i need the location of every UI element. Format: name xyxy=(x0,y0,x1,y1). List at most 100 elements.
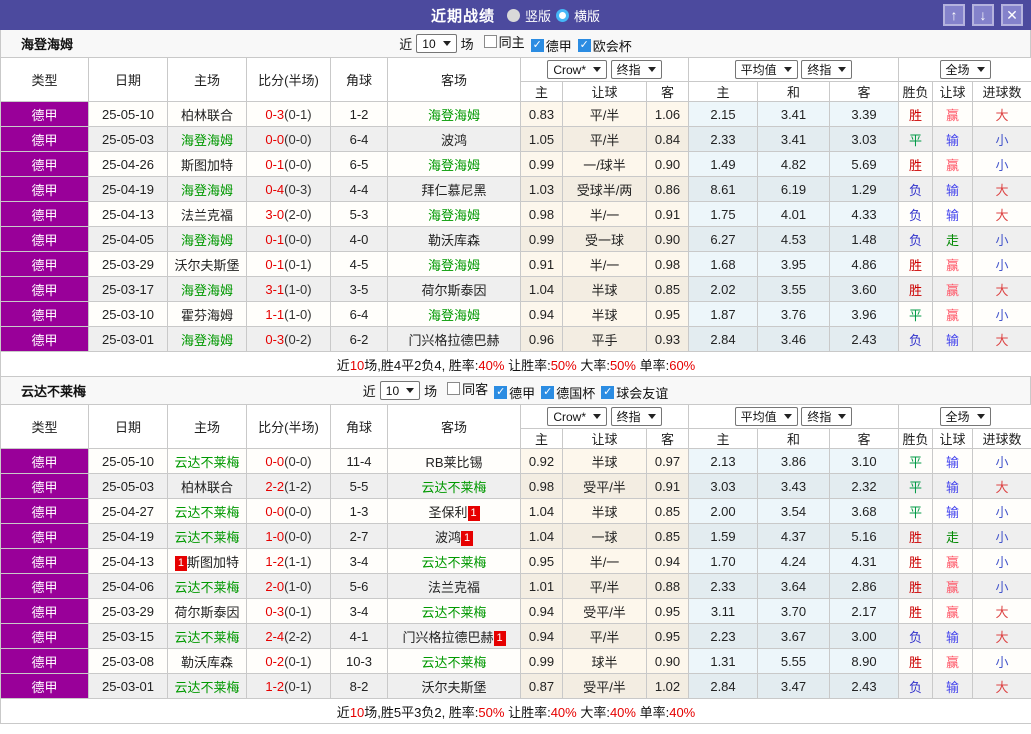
goals-result-cell: 小 xyxy=(972,301,1031,327)
away-team-cell: 门兴格拉德巴赫 1 xyxy=(387,623,521,649)
horizontal-layout-label[interactable]: 横版 xyxy=(574,6,600,25)
away-team-cell: 海登海姆 xyxy=(387,101,521,127)
filter-checkbox-德国杯[interactable]: ✓ 德国杯 xyxy=(535,383,595,402)
handicap-line-cell: 受平/半 xyxy=(562,598,647,624)
away-team-cell: 门兴格拉德巴赫 xyxy=(387,326,521,352)
scope-group-header: 全场 xyxy=(898,404,1031,429)
avg-draw-cell: 4.37 xyxy=(757,523,830,549)
move-down-button[interactable]: ↓ xyxy=(972,4,994,26)
away-team-cell: 海登海姆 xyxy=(387,201,521,227)
away-odds-cell: 0.95 xyxy=(646,301,689,327)
away-odds-cell: 0.85 xyxy=(646,523,689,549)
match-row: 德甲 25-03-01 海登海姆 0-3(0-2) 6-2 门兴格拉德巴赫 0.96 平手 0.… xyxy=(0,326,1031,352)
match-count-select[interactable]: 10 xyxy=(379,381,421,400)
average-select[interactable]: 平均值 xyxy=(734,407,798,426)
avg-time-select[interactable]: 终指 xyxy=(801,60,853,79)
chevron-down-icon xyxy=(406,388,415,397)
home-odds-cell: 0.95 xyxy=(520,548,563,574)
score-cell: 0-3(0-1) xyxy=(246,101,331,127)
checkbox-icon[interactable]: ✓ xyxy=(494,386,508,399)
filter-checkbox-同客[interactable]: 同客 xyxy=(441,379,488,398)
league-cell: 德甲 xyxy=(0,276,89,302)
fulltime-score: 0-0 xyxy=(265,453,285,469)
checkbox-icon[interactable]: ✓ xyxy=(577,39,591,52)
vertical-layout-radio[interactable] xyxy=(506,8,520,22)
score-cell: 0-4(0-3) xyxy=(246,176,331,202)
avg-time-select[interactable]: 终指 xyxy=(801,407,853,426)
score-cell: 0-1(0-0) xyxy=(246,151,331,177)
scope-select[interactable]: 全场 xyxy=(939,407,991,426)
summary-segment: 场,胜5平3负2, 胜率: xyxy=(364,704,479,720)
team-name: 海登海姆 xyxy=(427,307,480,323)
result-cell: 负 xyxy=(898,623,934,649)
scope-select[interactable]: 全场 xyxy=(939,60,991,79)
tbody-1: 德甲 25-05-10 云达不莱梅 0-0(0-0) 11-4 RB莱比锡 0.92 半球 0.… xyxy=(0,448,1031,699)
move-up-button[interactable]: ↑ xyxy=(943,4,965,26)
match-count-select[interactable]: 10 xyxy=(416,34,457,53)
checkbox-icon[interactable]: ✓ xyxy=(601,386,615,399)
filter-checkbox-球会友谊[interactable]: ✓ 球会友谊 xyxy=(595,383,668,402)
bookmaker-select[interactable]: Crow* xyxy=(547,60,608,80)
avg-draw-cell: 6.19 xyxy=(757,176,830,202)
team-name: 海登海姆 xyxy=(427,157,480,173)
handicap-line-cell: 半/一 xyxy=(562,201,647,227)
checkbox-icon[interactable]: ✓ xyxy=(541,386,555,399)
team-name: 门兴格拉德巴赫 xyxy=(408,332,500,348)
match-row: 德甲 25-03-10 霍芬海姆 1-1(1-0) 6-4 海登海姆 0.94 半球 0.95 1… xyxy=(0,301,1031,327)
halftime-score: (0-1) xyxy=(284,653,312,669)
chevron-down-icon xyxy=(593,67,602,76)
handicap-result-cell: 输 xyxy=(932,126,974,152)
col-header-corner: 角球 xyxy=(330,404,388,449)
avg-away-cell: 2.43 xyxy=(828,673,900,699)
home-odds-cell: 1.03 xyxy=(520,176,563,202)
away-odds-cell: 1.06 xyxy=(646,101,689,127)
fulltime-score: 2-0 xyxy=(265,578,285,594)
odds-time-select[interactable]: 终指 xyxy=(610,406,662,426)
team-name: 云达不莱梅 xyxy=(174,629,240,645)
away-team-cell: RB莱比锡 xyxy=(387,448,521,474)
team-name: 云达不莱梅 xyxy=(174,679,240,695)
corner-cell: 5-5 xyxy=(330,473,388,499)
bookmaker-select[interactable]: Crow* xyxy=(547,407,608,427)
corner-cell: 6-4 xyxy=(330,301,388,327)
filter-checkbox-德甲[interactable]: ✓ 德甲 xyxy=(525,36,572,55)
away-team-cell: 云达不莱梅 xyxy=(387,548,521,574)
checkbox-icon[interactable] xyxy=(483,35,497,48)
vertical-layout-label[interactable]: 竖版 xyxy=(525,6,551,25)
league-cell: 德甲 xyxy=(0,448,89,474)
games-label: 场 xyxy=(460,37,474,52)
fulltime-score: 1-2 xyxy=(265,678,285,694)
average-select[interactable]: 平均值 xyxy=(734,60,798,79)
filter-checkbox-欧会杯[interactable]: ✓ 欧会杯 xyxy=(572,36,632,55)
team-name: 海登海姆 xyxy=(180,332,233,348)
home-team-cell: 1 斯图加特 xyxy=(167,548,247,574)
sub-header-odds-away: 客 xyxy=(646,428,689,449)
result-cell: 胜 xyxy=(898,573,934,599)
handicap-result-cell: 赢 xyxy=(932,251,974,277)
horizontal-layout-radio[interactable] xyxy=(556,8,569,22)
home-team-cell: 云达不莱梅 xyxy=(167,673,247,699)
summary-segment: 近 xyxy=(336,357,350,373)
col-header-away: 客场 xyxy=(387,57,521,102)
odds-time-select[interactable]: 终指 xyxy=(610,59,662,79)
avg-group-header: 平均值 终指 xyxy=(687,404,900,429)
checkbox-icon[interactable] xyxy=(447,382,461,395)
filter-checkbox-同主[interactable]: 同主 xyxy=(478,32,525,51)
filter-checkbox-德甲[interactable]: ✓ 德甲 xyxy=(488,383,535,402)
sub-header-odds-away: 客 xyxy=(646,81,689,102)
summary-segment: 40% xyxy=(669,704,696,720)
checkbox-icon[interactable]: ✓ xyxy=(530,39,544,52)
league-cell: 德甲 xyxy=(0,548,89,574)
avg-home-cell: 2.13 xyxy=(688,448,758,474)
team-name-heading: 云达不莱梅 xyxy=(21,384,87,399)
halftime-score: (1-0) xyxy=(284,578,312,594)
away-team-cell: 沃尔夫斯堡 xyxy=(387,673,521,699)
team-name: 荷尔斯泰因 xyxy=(421,282,487,298)
league-cell: 德甲 xyxy=(0,326,89,352)
handicap-result-cell: 赢 xyxy=(932,548,974,574)
col-header-league: 类型 xyxy=(0,404,89,449)
close-icon[interactable]: ✕ xyxy=(1001,4,1023,26)
league-cell: 德甲 xyxy=(0,598,89,624)
avg-home-cell: 2.23 xyxy=(688,623,758,649)
date-cell: 25-03-08 xyxy=(88,648,168,674)
